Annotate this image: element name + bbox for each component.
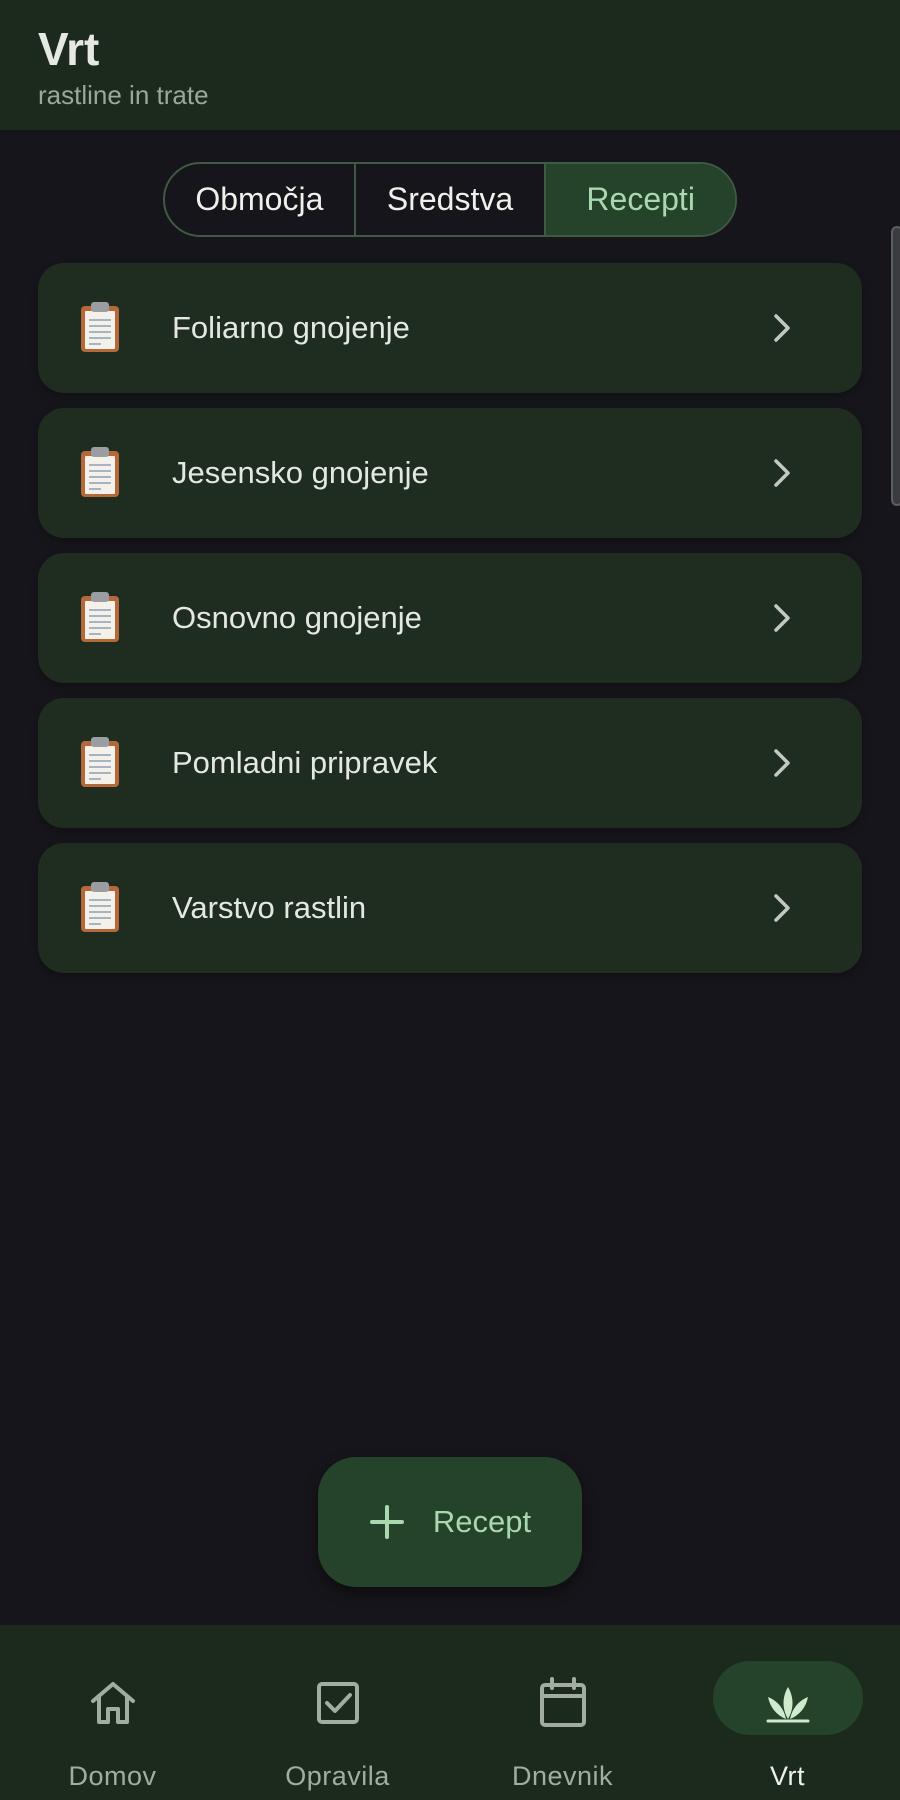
screen: Vrt rastline in trate Območja Sredstva R…	[0, 0, 900, 1800]
nav-label-opravila: Opravila	[285, 1761, 390, 1791]
nav-label-dnevnik: Dnevnik	[511, 1761, 614, 1791]
chevron-right-icon	[774, 749, 790, 777]
list-item[interactable]: Jesensko gnojenje	[38, 408, 862, 538]
plant-icon	[766, 1687, 809, 1723]
tab-recepti[interactable]: Recepti	[544, 164, 735, 235]
tab-sredstva[interactable]: Sredstva	[353, 164, 545, 235]
add-recipe-label: Recept	[432, 1504, 532, 1539]
list-item[interactable]: Foliarno gnojenje	[38, 263, 862, 393]
chevron-right-icon	[774, 459, 790, 487]
clipboard-icon	[81, 882, 119, 932]
nav-label-domov: Domov	[68, 1761, 157, 1791]
list-item-label: Varstvo rastlin	[172, 890, 367, 925]
tab-obmocja[interactable]: Območja	[165, 164, 354, 235]
nav-item-opravila[interactable]: Opravila	[225, 1625, 450, 1800]
list-item-label: Pomladni pripravek	[172, 745, 438, 780]
list-item-label: Jesensko gnojenje	[172, 455, 429, 490]
add-recipe-button[interactable]: Recept	[318, 1457, 582, 1587]
list-item[interactable]: Pomladni pripravek	[38, 698, 862, 828]
list-item[interactable]: Osnovno gnojenje	[38, 553, 862, 683]
chevron-right-icon	[774, 314, 790, 342]
clipboard-icon	[81, 737, 119, 787]
list-item[interactable]: Varstvo rastlin	[38, 843, 862, 973]
checkbox-icon	[316, 1682, 359, 1724]
chevron-right-icon	[774, 604, 790, 632]
calendar-icon	[539, 1677, 586, 1727]
page-title: Vrt	[38, 23, 100, 75]
nav-item-domov[interactable]: Domov	[0, 1625, 225, 1800]
clipboard-icon	[81, 592, 119, 642]
page-subtitle: rastline in trate	[38, 80, 209, 110]
list-item-label: Foliarno gnojenje	[172, 310, 410, 345]
clipboard-icon	[81, 447, 119, 497]
plus-icon	[369, 1505, 404, 1539]
nav-item-dnevnik[interactable]: Dnevnik	[450, 1625, 675, 1800]
nav-item-vrt[interactable]: Vrt	[675, 1625, 900, 1800]
bottom-navigation: Domov Opravila Dnevnik Vrt	[0, 1625, 900, 1800]
scrollbar[interactable]	[891, 226, 900, 506]
nav-label-vrt: Vrt	[770, 1761, 805, 1791]
app-header: Vrt rastline in trate	[0, 0, 900, 130]
segmented-tabs: Območja Sredstva Recepti	[163, 162, 737, 237]
chevron-right-icon	[774, 894, 790, 922]
home-icon	[90, 1682, 135, 1724]
recipe-list: Foliarno gnojenje Jesensko gnojenje Osno…	[38, 263, 862, 988]
list-item-label: Osnovno gnojenje	[172, 600, 422, 635]
clipboard-icon	[81, 302, 119, 352]
